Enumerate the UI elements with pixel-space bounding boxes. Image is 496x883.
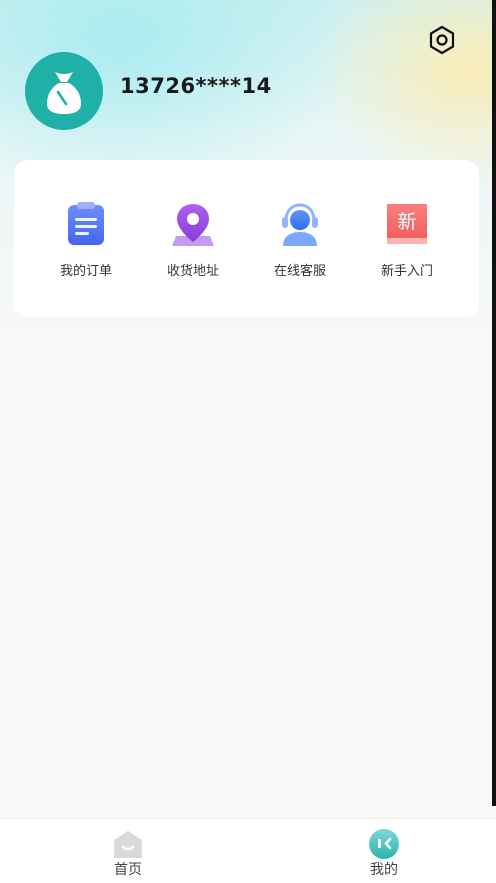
clipboard-icon <box>68 202 104 245</box>
menu-item-label: 收货地址 <box>166 264 219 279</box>
tab-label: 首页 <box>114 862 142 878</box>
menu-item-label: 我的订单 <box>59 264 112 279</box>
user-phone-number: 13726****14 <box>120 74 272 98</box>
screen-edge <box>492 0 496 806</box>
quick-menu-card: 我的订单 收货地址 在线客服 新 新手入门 <box>14 160 479 317</box>
new-badge-text: 新 <box>397 211 416 233</box>
menu-item-online-service[interactable]: 在线客服 <box>250 200 350 279</box>
location-pin-icon <box>172 204 214 246</box>
menu-item-beginner-guide[interactable]: 新 新手入门 <box>357 200 457 279</box>
money-bag-icon <box>47 72 81 114</box>
settings-icon[interactable] <box>426 24 458 56</box>
menu-item-label: 新手入门 <box>380 264 433 279</box>
bottom-tab-bar: 首页 我的 <box>0 818 496 883</box>
tab-mine[interactable]: 我的 <box>344 827 424 879</box>
tab-label: 我的 <box>370 862 398 878</box>
menu-item-my-orders[interactable]: 我的订单 <box>36 200 136 279</box>
tab-home[interactable]: 首页 <box>88 827 168 879</box>
menu-item-label: 在线客服 <box>273 264 326 279</box>
menu-item-shipping-address[interactable]: 收货地址 <box>143 200 243 279</box>
home-icon <box>114 831 142 858</box>
profile-face-icon <box>369 829 399 859</box>
new-badge-icon: 新 <box>387 204 427 244</box>
avatar[interactable] <box>25 52 103 130</box>
headset-service-icon <box>282 203 318 246</box>
